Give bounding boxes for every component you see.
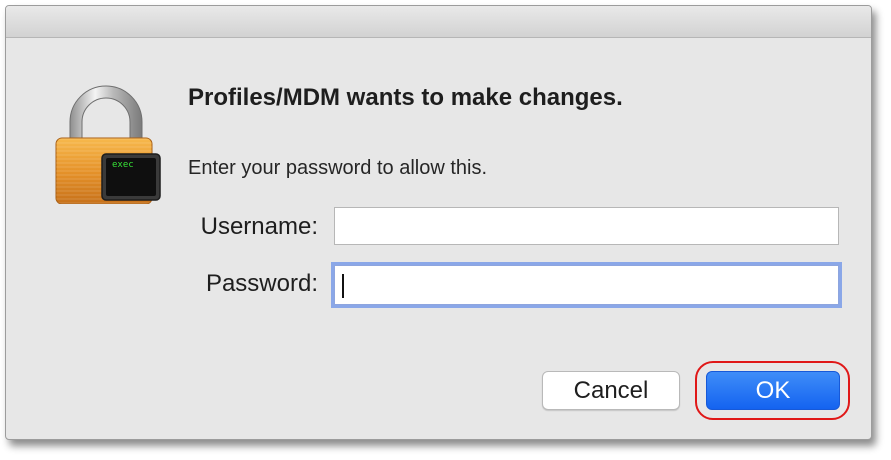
title-bar[interactable] xyxy=(6,6,871,38)
username-label: Username: xyxy=(200,213,318,240)
username-field[interactable] xyxy=(334,207,839,245)
ok-button-highlight-annotation xyxy=(695,361,850,420)
terminal-exec-text: exec xyxy=(112,160,134,170)
cancel-button[interactable]: Cancel xyxy=(542,371,680,410)
auth-dialog: exec Profiles/MDM wants to make changes.… xyxy=(5,5,872,440)
dialog-heading: Profiles/MDM wants to make changes. xyxy=(188,84,623,111)
padlock-terminal-icon: exec xyxy=(52,82,162,205)
dialog-subtext: Enter your password to allow this. xyxy=(188,157,488,179)
password-label: Password: xyxy=(205,270,318,297)
password-field[interactable] xyxy=(334,265,839,305)
text-cursor xyxy=(342,274,344,298)
